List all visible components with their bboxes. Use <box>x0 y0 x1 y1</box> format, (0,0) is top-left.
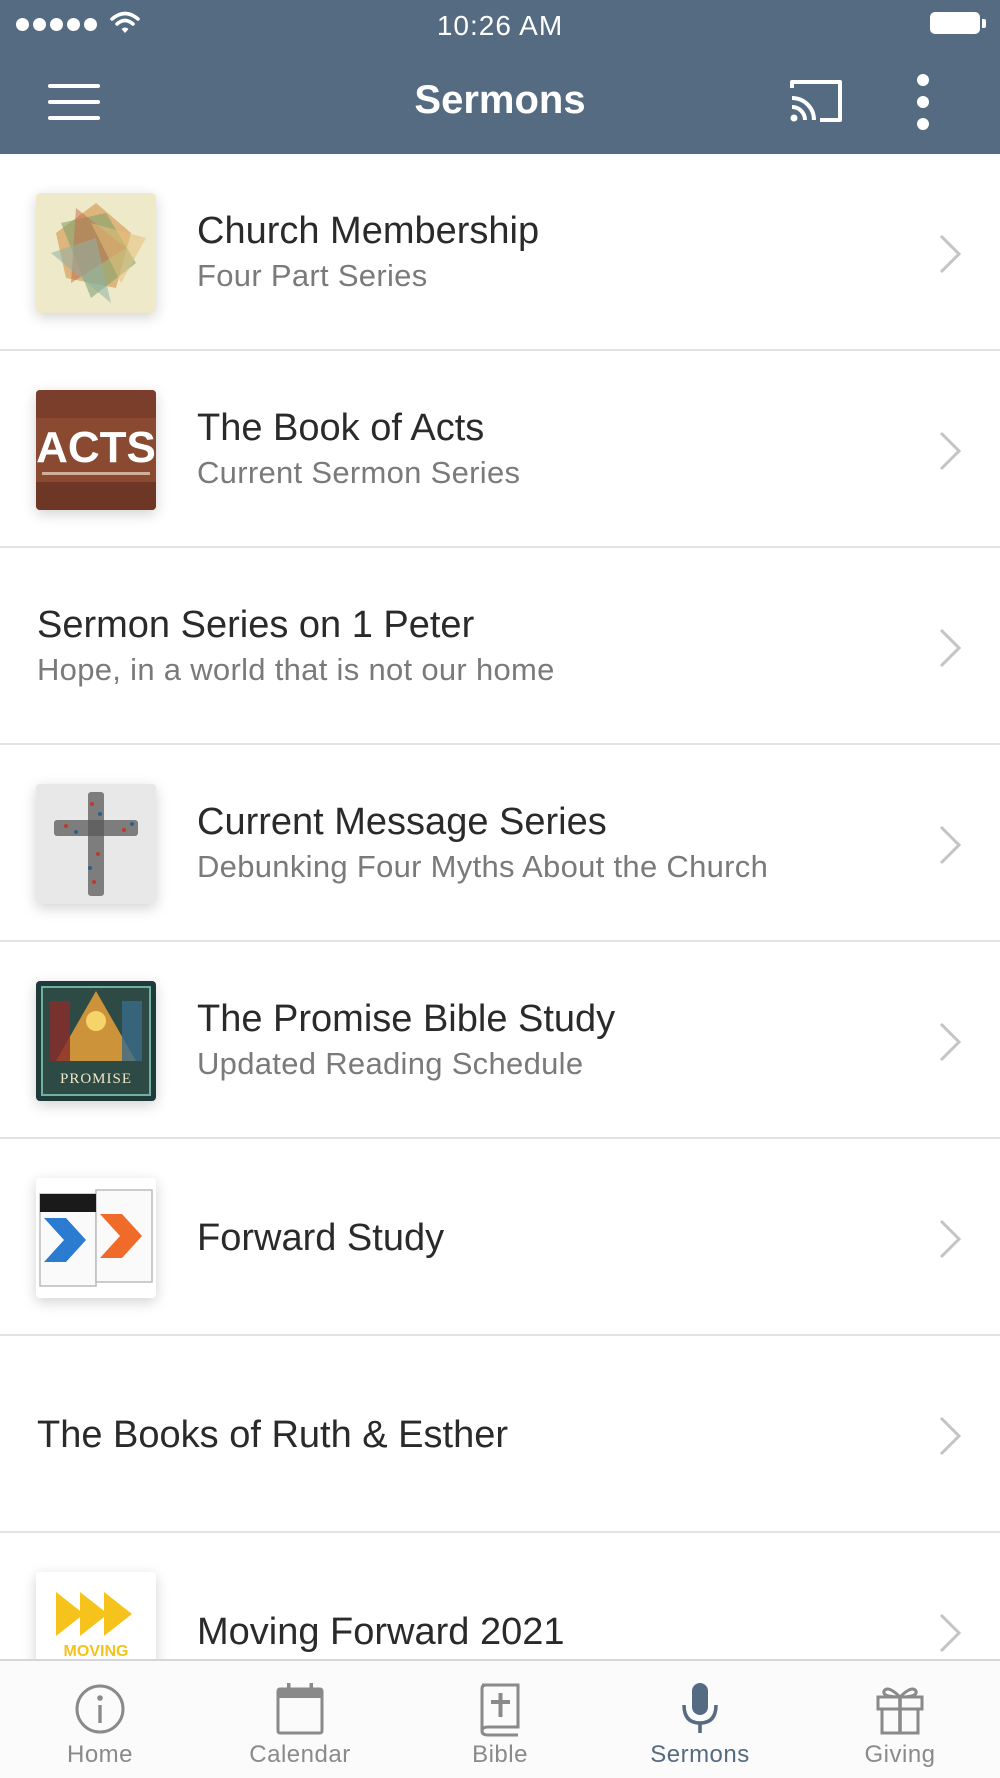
tab-sermons[interactable]: Sermons <box>600 1661 800 1778</box>
sermon-row-ruth-esther[interactable]: The Books of Ruth & Esther <box>0 1336 1000 1533</box>
status-time: 10:26 AM <box>436 10 564 41</box>
bible-icon <box>480 1683 520 1737</box>
info-icon <box>75 1684 125 1734</box>
tab-label: Giving <box>864 1741 936 1768</box>
sermon-title: The Promise Bible Study <box>197 997 616 1040</box>
tab-label: Calendar <box>249 1741 351 1768</box>
tab-home[interactable]: Home <box>0 1661 200 1778</box>
chevron-right-icon <box>939 234 962 274</box>
app-header: 10:26 AM Sermons <box>0 0 1000 154</box>
chevron-right-icon <box>939 1022 962 1062</box>
nav-bar: Sermons <box>0 50 1000 154</box>
sermon-title: Forward Study <box>197 1216 445 1259</box>
sermon-title: Sermon Series on 1 Peter <box>37 603 475 646</box>
chevron-right-icon <box>939 1613 962 1653</box>
sermon-row-moving-forward[interactable]: MOVING Moving Forward 2021 <box>0 1533 1000 1659</box>
tab-calendar[interactable]: Calendar <box>200 1661 400 1778</box>
calendar-icon <box>276 1683 324 1735</box>
sermon-thumbnail: ACTS <box>36 390 156 510</box>
tab-bible[interactable]: Bible <box>400 1661 600 1778</box>
sermon-thumbnail <box>36 193 156 313</box>
sermon-row-book-of-acts[interactable]: ACTS The Book of Acts Current Sermon Ser… <box>0 351 1000 548</box>
cast-icon[interactable] <box>786 76 846 126</box>
chevron-right-icon <box>939 628 962 668</box>
tab-giving[interactable]: Giving <box>800 1661 1000 1778</box>
tab-label: Sermons <box>650 1741 750 1768</box>
sermon-list: Church Membership Four Part Series ACTS … <box>0 154 1000 1659</box>
sermon-row-promise-study[interactable]: PROMISE The Promise Bible Study Updated … <box>0 942 1000 1139</box>
svg-text:MOVING: MOVING <box>64 1643 129 1659</box>
sermon-title: The Books of Ruth & Esther <box>37 1413 509 1456</box>
gift-icon <box>876 1687 924 1735</box>
sermon-subtitle: Current Sermon Series <box>197 454 521 490</box>
tab-label: Bible <box>472 1741 528 1768</box>
sermon-title: The Book of Acts <box>197 406 485 449</box>
sermon-thumbnail <box>36 784 156 904</box>
sermon-row-forward-study[interactable]: Forward Study <box>0 1139 1000 1336</box>
sermon-title: Church Membership <box>197 209 540 252</box>
page-title: Sermons <box>414 78 586 122</box>
sermon-thumbnail <box>36 1178 156 1298</box>
sermon-title: Moving Forward 2021 <box>197 1610 565 1653</box>
sermon-subtitle: Debunking Four Myths About the Church <box>197 848 769 884</box>
sermon-row-1-peter[interactable]: Sermon Series on 1 Peter Hope, in a worl… <box>0 548 1000 745</box>
sermon-subtitle: Four Part Series <box>197 257 428 293</box>
more-vertical-icon[interactable] <box>908 72 938 132</box>
sermon-subtitle: Updated Reading Schedule <box>197 1045 584 1081</box>
tab-bar: Home Calendar Bible Sermons Giving <box>0 1659 1000 1778</box>
sermon-title: Current Message Series <box>197 800 607 843</box>
chevron-right-icon <box>939 1416 962 1456</box>
sermon-row-current-message[interactable]: Current Message Series Debunking Four My… <box>0 745 1000 942</box>
sermon-thumbnail: PROMISE <box>36 981 156 1101</box>
tab-label: Home <box>66 1741 134 1768</box>
status-bar: 10:26 AM <box>0 0 1000 50</box>
microphone-icon <box>682 1683 718 1733</box>
svg-text:PROMISE: PROMISE <box>60 1071 132 1087</box>
sermon-row-church-membership[interactable]: Church Membership Four Part Series <box>0 154 1000 351</box>
battery-icon <box>930 12 986 38</box>
chevron-right-icon <box>939 825 962 865</box>
chevron-right-icon <box>939 431 962 471</box>
sermon-thumbnail: MOVING <box>36 1572 156 1659</box>
chevron-right-icon <box>939 1219 962 1259</box>
sermon-subtitle: Hope, in a world that is not our home <box>37 651 555 687</box>
svg-text:ACTS: ACTS <box>36 423 156 472</box>
